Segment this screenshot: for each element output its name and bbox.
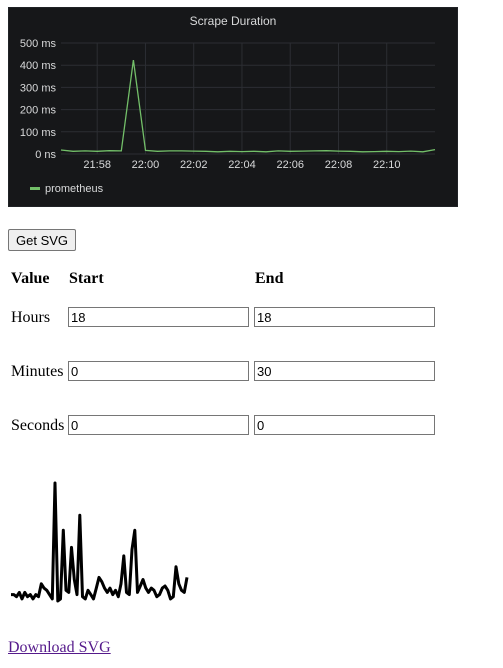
seconds-end-input[interactable] xyxy=(254,415,435,435)
scrape-duration-chart: Scrape Duration 0 ns 100 ms 200 ms 300 ms 40… xyxy=(20,14,436,195)
x-tick-label: 22:04 xyxy=(228,159,256,171)
scrape-duration-panel: Scrape Duration 0 ns 100 ms 200 ms 300 ms 40… xyxy=(8,7,458,207)
row-label-minutes: Minutes xyxy=(11,363,64,380)
get-svg-button[interactable]: Get SVG xyxy=(8,229,77,251)
header-start: Start xyxy=(69,270,104,287)
y-tick-label: 0 ns xyxy=(35,149,56,161)
x-tick-label: 22:08 xyxy=(325,159,353,171)
legend-label: prometheus xyxy=(45,183,104,195)
x-tick-label: 21:58 xyxy=(83,159,111,171)
x-tick-label: 22:06 xyxy=(276,159,304,171)
row-label-seconds: Seconds xyxy=(11,417,65,434)
series-line-prometheus xyxy=(60,60,436,153)
y-tick-label: 200 ms xyxy=(20,105,57,117)
y-tick-label: 100 ms xyxy=(20,127,57,139)
header-end: End xyxy=(255,270,284,287)
generated-sparkline-svg xyxy=(11,481,189,603)
chart-title: Scrape Duration xyxy=(190,14,277,28)
row-label-hours: Hours xyxy=(11,309,51,326)
y-tick-label: 500 ms xyxy=(20,38,57,50)
legend-swatch xyxy=(30,187,40,190)
download-svg-link[interactable]: Download SVG xyxy=(8,639,111,657)
y-tick-label: 300 ms xyxy=(20,82,57,94)
chart-legend[interactable]: prometheus xyxy=(30,183,104,195)
seconds-start-input[interactable] xyxy=(68,415,249,435)
x-tick-label: 22:02 xyxy=(180,159,208,171)
header-value: Value xyxy=(11,270,50,287)
minutes-end-input[interactable] xyxy=(254,361,435,381)
sparkline-path xyxy=(11,481,189,603)
hours-end-input[interactable] xyxy=(254,307,435,327)
y-tick-label: 400 ms xyxy=(20,60,57,72)
minutes-start-input[interactable] xyxy=(68,361,249,381)
hours-start-input[interactable] xyxy=(68,307,249,327)
x-tick-label: 22:10 xyxy=(373,159,401,171)
x-tick-label: 22:00 xyxy=(132,159,160,171)
